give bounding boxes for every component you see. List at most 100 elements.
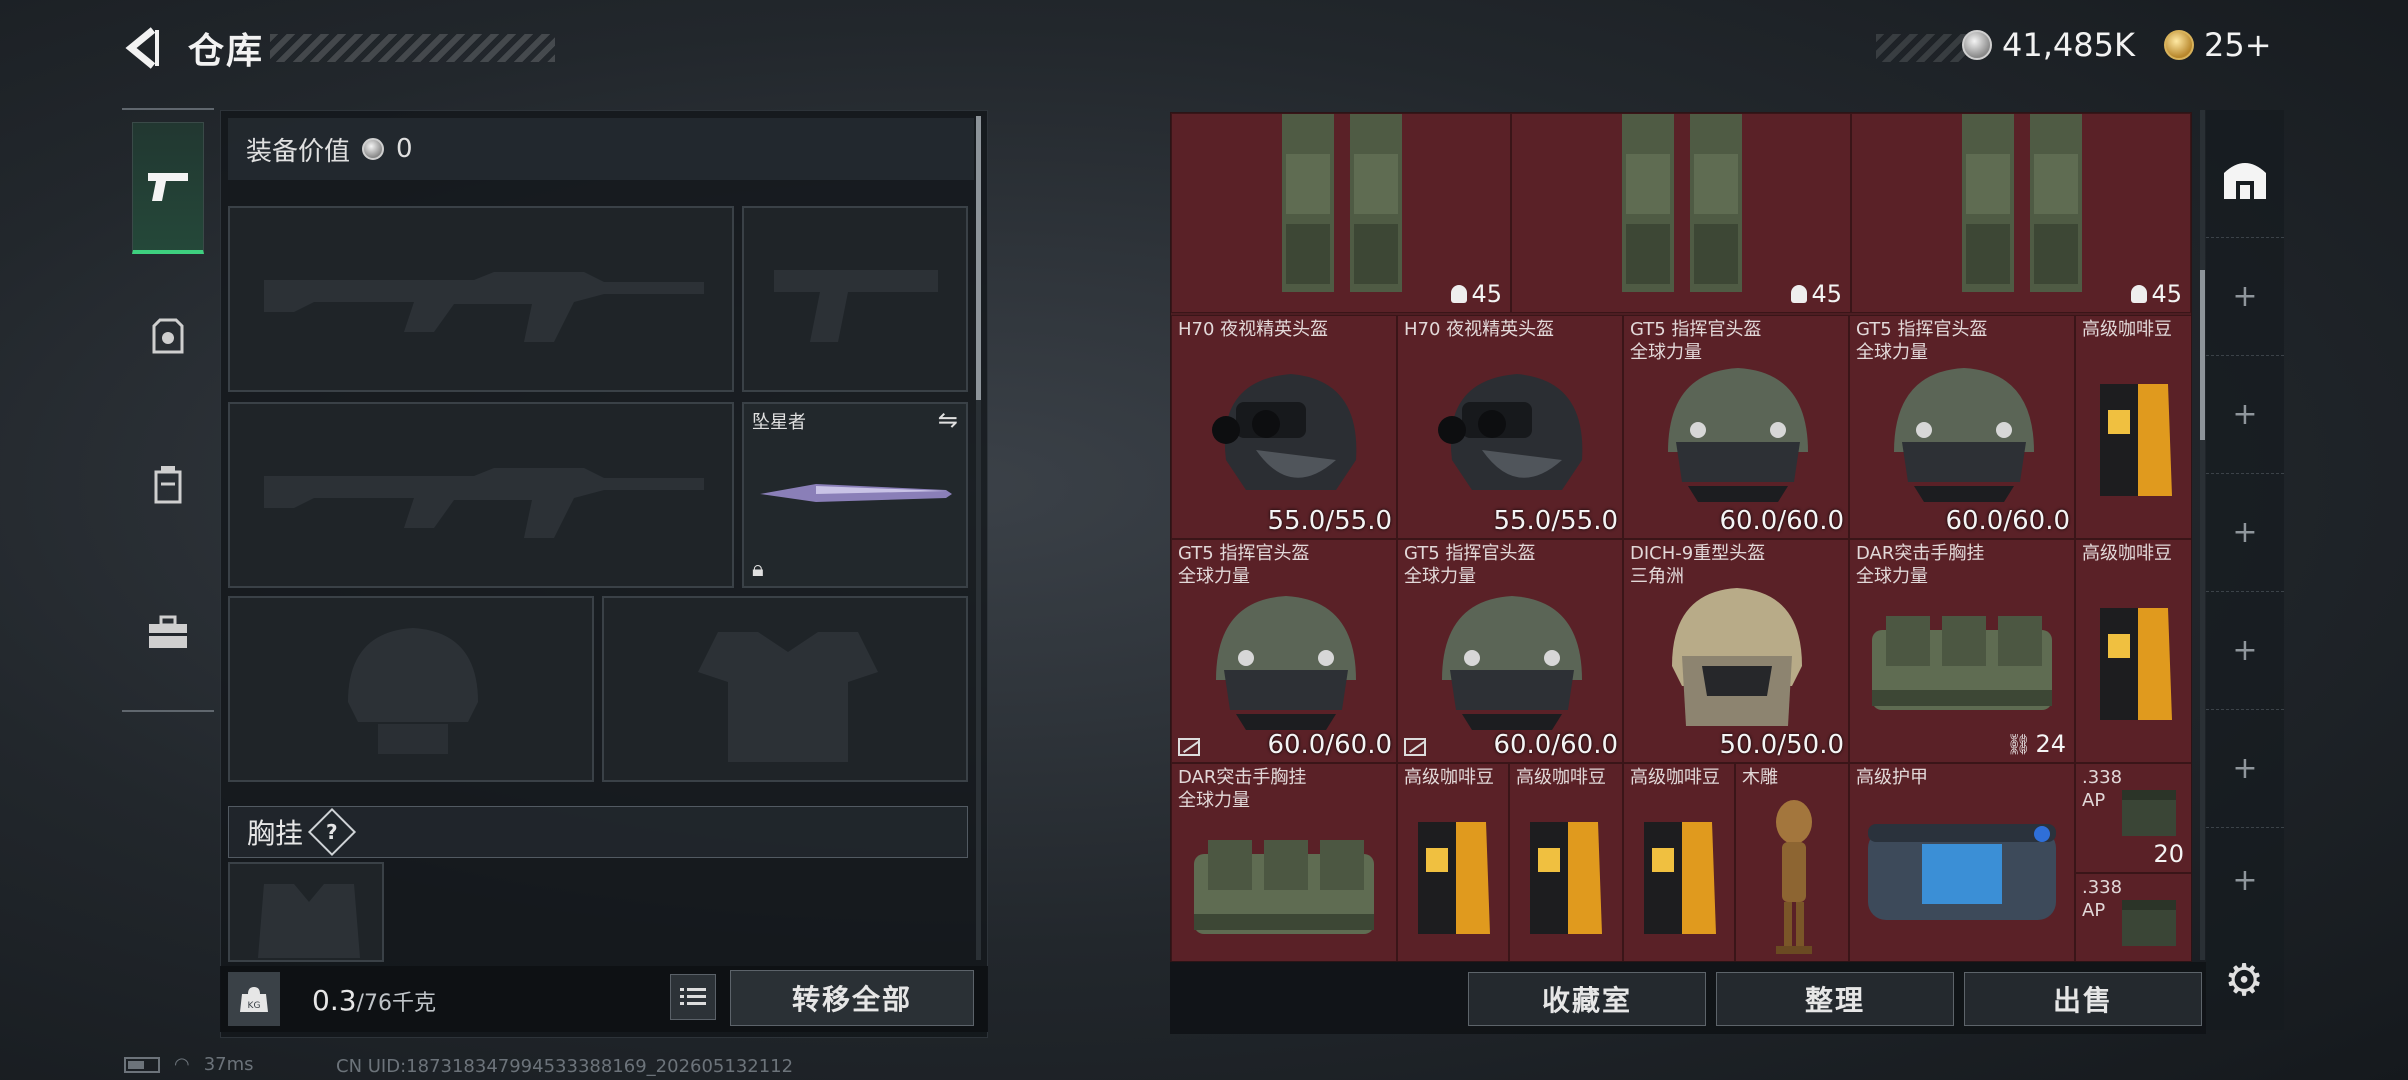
canister-icon (154, 466, 182, 504)
storage-item-vest-2[interactable]: 45 (1511, 113, 1851, 313)
settings-button[interactable]: ⚙ (2218, 954, 2270, 1006)
list-view-button[interactable] (670, 974, 716, 1020)
tab-supplies[interactable] (132, 418, 204, 550)
organize-button[interactable]: 整理 (1716, 972, 1954, 1026)
storage-item-gt5-helmet-3[interactable]: GT5 指挥官头盔 全球力量 60.0/60.0 (1171, 539, 1397, 763)
storage-item-coffee-4[interactable]: 高级咖啡豆 (1509, 763, 1623, 961)
gear-icon: ⚙ (2224, 954, 2264, 1006)
primary-weapon-slot-1[interactable] (228, 206, 734, 392)
armor-silhouette-icon (698, 632, 878, 762)
storage-item-338-ammo-2[interactable]: .338 AP (2075, 873, 2191, 961)
sell-button[interactable]: 出售 (1964, 972, 2202, 1026)
storage-item-gt5-helmet-4[interactable]: GT5 指挥官头盔 全球力量 60.0/60.0 (1397, 539, 1623, 763)
item-durability: 60.0/60.0 (1493, 730, 1618, 760)
storage-item-advanced-armor[interactable]: 高级护甲 (1849, 763, 2075, 961)
item-durability: 55.0/55.0 (1267, 506, 1392, 536)
currency-silver-value: 41,485K (2002, 26, 2135, 64)
storage-page-add-1[interactable]: + (2206, 238, 2284, 356)
storage-page-add-2[interactable]: + (2206, 356, 2284, 474)
commander-helmet-icon (1442, 596, 1582, 730)
commander-helmet-icon (1668, 368, 1808, 502)
storage-item-gt5-helmet-1[interactable]: GT5 指挥官头盔 全球力量 60.0/60.0 (1623, 315, 1849, 539)
no-insurance-icon (1178, 738, 1200, 756)
storage-item-dar-chest-rig-2[interactable]: DAR突击手胸挂 全球力量 (1171, 763, 1397, 961)
chest-rig-icon (1872, 616, 2052, 710)
item-name: GT5 指挥官头盔 (1630, 319, 1762, 340)
storage-item-vest-3[interactable]: 45 (1851, 113, 2191, 313)
tab-equipment[interactable] (132, 270, 204, 402)
storage-item-dar-chest-rig-1[interactable]: DAR突击手胸挂 全球力量 ⛓ 24 (1849, 539, 2075, 763)
storage-item-coffee-2[interactable]: 高级咖啡豆 (2075, 539, 2191, 763)
storage-page-add-6[interactable]: + (2206, 828, 2284, 932)
commander-helmet-icon (1894, 368, 2034, 502)
storage-scrollbar[interactable] (2200, 110, 2205, 960)
storage-page-add-4[interactable]: + (2206, 592, 2284, 710)
briefcase-icon (149, 615, 187, 648)
night-vision-helmet-icon (1212, 374, 1357, 490)
storage-page-main[interactable] (2206, 120, 2284, 238)
storage-page-add-3[interactable]: + (2206, 474, 2284, 592)
currency-silver[interactable]: 41,485K (1962, 26, 2135, 64)
night-vision-helmet-icon (1438, 374, 1583, 490)
storage-item-338-ammo-1[interactable]: .338 AP 20 (2075, 763, 2191, 873)
item-name: 木雕 (1742, 767, 1778, 788)
storage-item-coffee-3[interactable]: 高级咖啡豆 (1397, 763, 1509, 961)
gold-coin-icon (2164, 30, 2194, 60)
transfer-all-button[interactable]: 转移全部 (730, 970, 974, 1026)
storage-item-dich9-helmet[interactable]: DICH-9重型头盔 三角洲 50.0/50.0 (1623, 539, 1849, 763)
help-icon[interactable]: ? (307, 807, 357, 857)
knife-icon (760, 484, 952, 502)
back-arrow-icon (125, 27, 159, 69)
storage-item-vest-1[interactable]: 45 (1171, 113, 1511, 313)
plus-icon: + (2232, 279, 2258, 314)
weight-max: /76千克 (356, 991, 436, 1016)
silver-coin-icon (1962, 30, 1992, 60)
pistol-icon (148, 172, 188, 201)
item-durability: 55.0/55.0 (1493, 506, 1618, 536)
melee-name: 坠星者 (752, 412, 806, 433)
storage-item-h70-helmet-2[interactable]: H70 夜视精英头盔 55.0/55.0 (1397, 315, 1623, 539)
storage-item-gt5-helmet-2[interactable]: GT5 指挥官头盔 全球力量 60.0/60.0 (1849, 315, 2075, 539)
plus-icon: + (2232, 862, 2258, 898)
swap-icon[interactable]: ⇋ (938, 406, 958, 434)
ammo-box-icon (2122, 790, 2176, 836)
equipment-value: 0 (396, 134, 413, 164)
collection-room-button[interactable]: 收藏室 (1468, 972, 1706, 1026)
chest-rig-icon (1194, 840, 1374, 934)
item-name: DAR突击手胸挂 (1178, 767, 1307, 788)
helmet-slot[interactable] (228, 596, 594, 782)
storage-grid[interactable]: 45 45 45 H70 夜视精英头盔 55.0/55.0 H70 夜视精英头盔 (1170, 112, 2192, 962)
chest-rig-silhouette-icon (258, 884, 360, 958)
list-icon (680, 988, 706, 1005)
plus-icon: + (2232, 397, 2258, 432)
storage-item-wood-carving[interactable]: 木雕 (1735, 763, 1849, 961)
item-name: GT5 指挥官头盔 (1404, 543, 1536, 564)
primary-weapon-slot-2[interactable] (228, 402, 734, 588)
weight-icon: KG (228, 972, 280, 1026)
equipment-scrollbar-thumb[interactable] (976, 116, 981, 400)
back-button[interactable] (118, 20, 168, 76)
category-tabs (122, 108, 214, 712)
chest-rig-slot[interactable] (228, 862, 384, 962)
item-name: GT5 指挥官头盔 (1178, 543, 1310, 564)
tactical-vest-icon (1622, 114, 1742, 292)
equipment-value-bar: 装备价值 0 (228, 118, 974, 180)
tab-weapons[interactable] (132, 122, 204, 254)
wifi-icon: ◠ (174, 1054, 190, 1075)
tab-items[interactable] (132, 566, 204, 698)
equipment-value-label: 装备价值 (246, 136, 351, 167)
currency-gold[interactable]: 25+ (2164, 26, 2272, 64)
storage-item-coffee-1[interactable]: 高级咖啡豆 (2075, 315, 2191, 539)
page-title: 仓库 (188, 31, 265, 72)
storage-page-add-5[interactable]: + (2206, 710, 2284, 828)
storage-item-h70-helmet-1[interactable]: H70 夜视精英头盔 55.0/55.0 (1171, 315, 1397, 539)
storage-scrollbar-thumb[interactable] (2200, 270, 2205, 440)
storage-item-coffee-5[interactable]: 高级咖啡豆 (1623, 763, 1735, 961)
item-name: 高级咖啡豆 (1516, 767, 1606, 788)
armor-slot[interactable] (602, 596, 968, 782)
melee-slot[interactable]: 坠星者 ⇋ 🔒︎ (742, 402, 968, 588)
device-status: ◠ 37ms (124, 1054, 254, 1075)
currency-gold-value: 25+ (2204, 26, 2272, 64)
pistol-slot[interactable] (742, 206, 968, 392)
coffee-bag-icon (1644, 822, 1716, 934)
